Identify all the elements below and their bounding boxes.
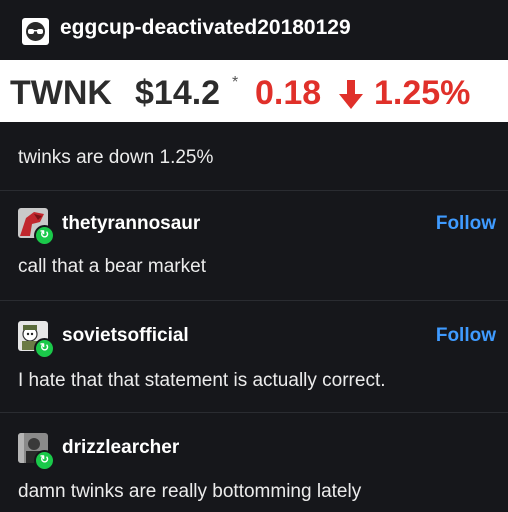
reply-username[interactable]: sovietsofficial <box>62 325 189 347</box>
post-caption: twinks are down 1.25% <box>18 147 214 168</box>
follow-button[interactable]: Follow <box>436 325 496 347</box>
reply-username[interactable]: drizzlearcher <box>62 437 179 459</box>
ticker-symbol: TWNK <box>10 74 112 112</box>
blog-username[interactable]: eggcup-deactivated20180129 <box>60 16 351 40</box>
reply-text: I hate that that statement is actually c… <box>18 370 386 391</box>
reblog-icon: ↻ <box>34 225 55 246</box>
price-asterisk: * <box>232 74 239 91</box>
sunglasses-avatar-icon <box>26 22 45 41</box>
reblog-icon: ↻ <box>34 450 55 471</box>
ticker-price: $14.2 <box>135 74 221 112</box>
price-change: 0.18 <box>255 74 322 112</box>
follow-button[interactable]: Follow <box>436 213 496 235</box>
reply-avatar[interactable]: ↻ <box>18 321 55 359</box>
divider <box>0 300 508 301</box>
reply-avatar[interactable]: ↻ <box>18 208 55 246</box>
stock-ticker-image: TWNK $14.2 * 0.18 1.25% <box>0 60 508 122</box>
reply-text: damn twinks are really bottomming lately <box>18 481 362 502</box>
reply-text: call that a bear market <box>18 256 206 277</box>
reply-username[interactable]: thetyrannosaur <box>62 213 200 235</box>
divider <box>0 412 508 413</box>
reply-avatar[interactable]: ↻ <box>18 433 55 471</box>
post-header: eggcup-deactivated20180129 <box>0 0 508 58</box>
reblog-icon: ↻ <box>34 338 55 359</box>
blog-avatar[interactable] <box>22 18 49 45</box>
down-arrow-icon <box>339 80 363 109</box>
divider <box>0 190 508 191</box>
percent-change: 1.25% <box>374 74 471 112</box>
